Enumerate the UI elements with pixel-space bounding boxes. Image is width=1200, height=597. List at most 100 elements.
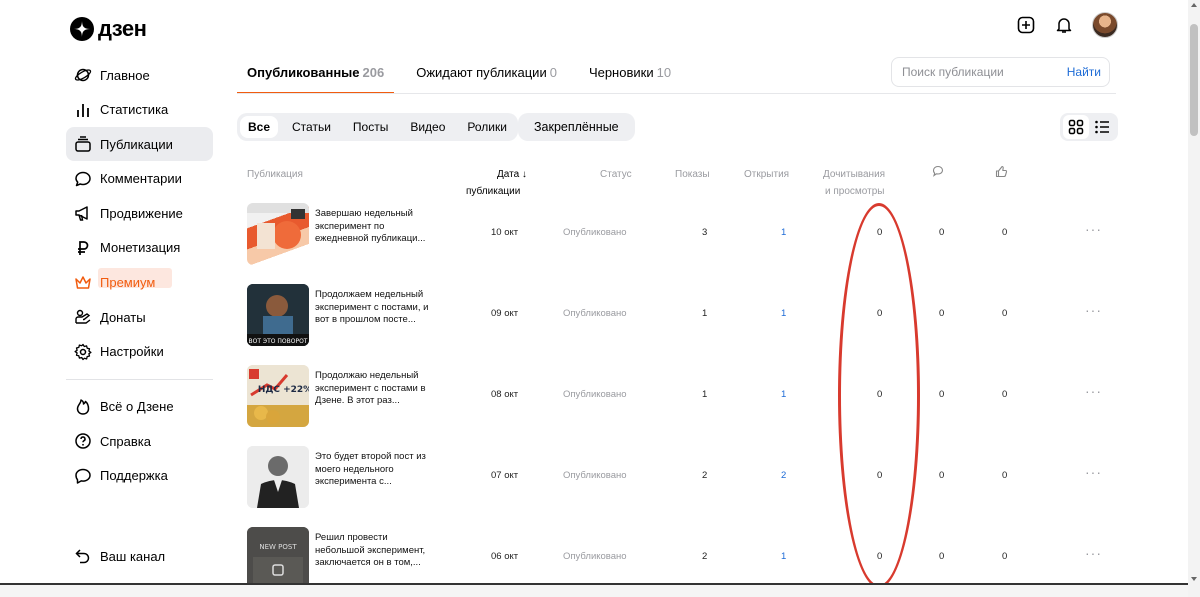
publication-status: Опубликовано — [563, 470, 627, 481]
more-icon[interactable]: ··· — [1085, 302, 1102, 318]
sidebar-item-premium[interactable]: Премиум — [66, 266, 213, 300]
table-row[interactable]: ВОТ ЭТО ПОВОРОТ Продолжаем недельный экс… — [237, 279, 1107, 351]
scroll-down-icon[interactable] — [1191, 577, 1197, 581]
search-box: Поиск публикации Найти — [891, 57, 1110, 87]
add-publication-icon[interactable] — [1016, 15, 1036, 35]
sidebar-item-label: Продвижение — [100, 205, 183, 221]
publication-title[interactable]: Продолжаем недельный эксперимент с поста… — [315, 289, 433, 327]
reads-count: 0 — [877, 470, 883, 481]
sidebar-item-home[interactable]: Главное — [66, 58, 213, 92]
thumbnail-caption: NEW POST — [259, 543, 297, 551]
sidebar-item-support[interactable]: Поддержка — [66, 459, 213, 493]
table-row[interactable]: НДС +22% Продолжаю недельный эксперимент… — [237, 360, 1107, 432]
more-icon[interactable]: ··· — [1085, 383, 1102, 399]
scrollbar-thumb[interactable] — [1190, 24, 1198, 136]
tab-scheduled[interactable]: Ожидают публикации 0 — [406, 60, 567, 94]
sidebar-item-your-channel[interactable]: Ваш канал — [66, 539, 213, 573]
publication-status: Опубликовано — [563, 308, 627, 319]
flame-icon — [73, 397, 93, 417]
reads-count: 0 — [877, 227, 883, 238]
opens-count[interactable]: 1 — [781, 308, 786, 319]
search-input[interactable]: Поиск публикации — [902, 65, 1004, 79]
publication-title[interactable]: Решил провести небольшой эксперимент, за… — [315, 532, 433, 570]
sidebar-item-comments[interactable]: Комментарии — [66, 162, 213, 196]
views-count: 2 — [702, 470, 708, 481]
filter-articles[interactable]: Статьи — [284, 116, 339, 138]
comments-count: 0 — [939, 551, 945, 562]
opens-count[interactable]: 1 — [781, 227, 786, 238]
filter-all[interactable]: Все — [240, 116, 279, 138]
table-row[interactable]: Завершаю недельный эксперимент по ежедне… — [237, 198, 1107, 270]
list-view-icon[interactable] — [1089, 115, 1115, 139]
tab-drafts[interactable]: Черновики 10 — [579, 60, 681, 94]
publication-date: 08 окт — [491, 389, 519, 400]
publication-date: 07 окт — [491, 470, 519, 481]
tab-label: Опубликованные — [247, 65, 360, 80]
back-arrow-icon — [73, 546, 93, 566]
bell-icon[interactable] — [1054, 15, 1074, 35]
page: дзен Главное Статистика Публикации Комме… — [0, 0, 1200, 597]
opens-count[interactable]: 1 — [781, 551, 786, 562]
likes-count: 0 — [1002, 551, 1008, 562]
sidebar-item-label: Донаты — [100, 309, 146, 325]
table-row[interactable]: Это будет второй пост из моего недельног… — [237, 441, 1107, 513]
opens-count[interactable]: 1 — [781, 389, 786, 400]
opens-count[interactable]: 2 — [781, 470, 786, 481]
dzen-logo[interactable]: дзен — [70, 16, 147, 42]
publication-title[interactable]: Продолжаю недельный эксперимент с постам… — [315, 370, 433, 408]
tab-count: 206 — [362, 65, 385, 80]
column-date-label: Дата — [497, 169, 520, 180]
sidebar-item-label: Премиум — [100, 275, 156, 291]
avatar[interactable] — [1092, 12, 1118, 38]
tab-count: 10 — [656, 65, 672, 80]
sidebar-item-stats[interactable]: Статистика — [66, 93, 213, 127]
publication-thumbnail — [247, 446, 309, 508]
type-filter: Все Статьи Посты Видео Ролики — [237, 113, 518, 141]
sidebar-item-about[interactable]: Всё о Дзене — [66, 390, 213, 424]
tab-label: Черновики — [588, 65, 654, 80]
sidebar-item-settings[interactable]: Настройки — [66, 335, 213, 369]
sidebar-item-help[interactable]: Справка — [66, 424, 213, 458]
dzen-star-icon — [70, 17, 94, 41]
filter-video[interactable]: Видео — [402, 116, 453, 138]
views-count: 1 — [702, 389, 708, 400]
pinned-button[interactable]: Закреплённые — [518, 113, 635, 141]
column-reads: Дочитывания — [823, 169, 886, 180]
sidebar-item-donations[interactable]: Донаты — [66, 300, 213, 334]
brand-name: дзен — [98, 16, 147, 41]
comments-count: 0 — [939, 470, 945, 481]
more-icon[interactable]: ··· — [1085, 545, 1102, 561]
publication-thumbnail: НДС +22% — [247, 365, 309, 427]
publication-title[interactable]: Это будет второй пост из моего недельног… — [315, 451, 433, 489]
sidebar-item-label: Настройки — [100, 344, 164, 360]
tabs-divider — [237, 93, 1116, 94]
column-opens: Открытия — [744, 169, 790, 180]
reads-count: 0 — [877, 308, 883, 319]
sort-down-icon: ↓ — [519, 169, 527, 180]
more-icon[interactable]: ··· — [1085, 221, 1102, 237]
search-button[interactable]: Найти — [1067, 65, 1101, 79]
filter-posts[interactable]: Посты — [345, 116, 396, 138]
sidebar-item-label: Статистика — [100, 102, 169, 118]
more-icon[interactable]: ··· — [1085, 464, 1102, 480]
sidebar-item-label: Главное — [100, 67, 150, 83]
grid-view-icon[interactable] — [1063, 115, 1089, 139]
comment-icon — [73, 169, 93, 189]
sidebar-item-promotion[interactable]: Продвижение — [66, 196, 213, 230]
scrollbar[interactable] — [1188, 0, 1200, 597]
ruble-icon — [73, 238, 93, 258]
filter-shorts[interactable]: Ролики — [459, 116, 515, 138]
sidebar-item-monetization[interactable]: Монетизация — [66, 231, 213, 265]
sidebar-item-publications[interactable]: Публикации — [66, 127, 213, 162]
publication-thumbnail: NEW POST — [247, 527, 309, 589]
sidebar-footer: Ваш канал — [66, 539, 213, 574]
column-date[interactable]: Дата ↓ — [497, 166, 527, 183]
publication-title[interactable]: Завершаю недельный эксперимент по ежедне… — [315, 208, 433, 246]
scroll-up-icon[interactable] — [1191, 3, 1197, 7]
publication-thumbnail — [247, 203, 309, 265]
publication-tabs: Опубликованные 206 Ожидают публикации 0 Че… — [237, 60, 693, 94]
sidebar-item-label: Монетизация — [100, 240, 181, 256]
sidebar-item-label: Всё о Дзене — [100, 399, 174, 415]
tab-published[interactable]: Опубликованные 206 — [237, 60, 395, 94]
views-count: 1 — [702, 308, 708, 319]
